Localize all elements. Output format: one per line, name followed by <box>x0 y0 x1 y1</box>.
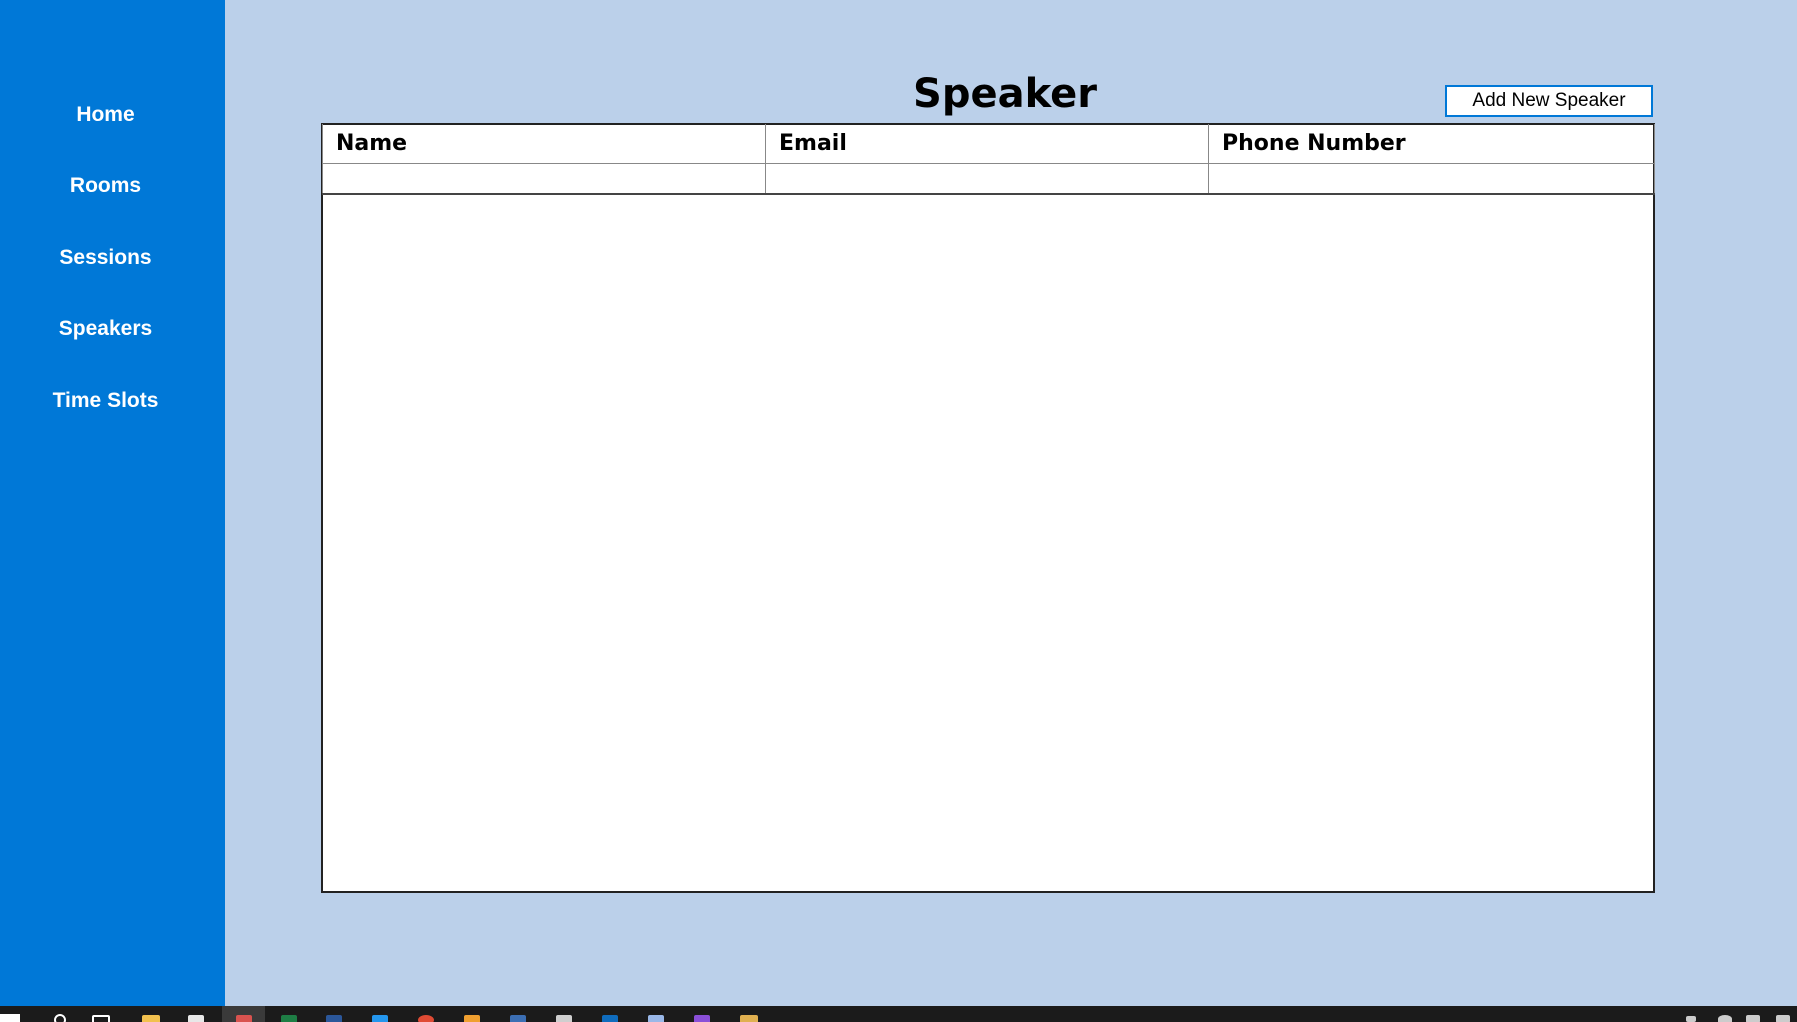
notes-icon[interactable] <box>648 1015 664 1022</box>
app-active-icon[interactable] <box>236 1015 252 1022</box>
sidebar-item-rooms[interactable]: Rooms <box>0 171 211 201</box>
page-title: Speaker <box>913 71 1097 117</box>
sidebar-item-sessions[interactable]: Sessions <box>0 243 211 273</box>
search-icon[interactable] <box>54 1014 66 1022</box>
table-row[interactable] <box>322 163 1655 195</box>
table-cell-email[interactable] <box>765 163 1209 195</box>
visual-studio-icon[interactable] <box>694 1015 710 1022</box>
table-cell-phone-number[interactable] <box>1208 163 1655 195</box>
paint-icon[interactable] <box>464 1015 480 1022</box>
file-explorer-icon[interactable] <box>142 1015 160 1022</box>
chrome-icon[interactable] <box>418 1015 434 1022</box>
windows-start-icon[interactable] <box>0 1014 20 1022</box>
table-cell-name[interactable] <box>322 163 766 195</box>
sidebar-item-speakers[interactable]: Speakers <box>0 314 211 344</box>
sidebar: Home Rooms Sessions Speakers Time Slots <box>0 0 225 1006</box>
word-icon[interactable] <box>326 1015 342 1022</box>
terminal-icon[interactable] <box>556 1015 572 1022</box>
sidebar-item-time-slots[interactable]: Time Slots <box>0 386 211 416</box>
vscode-icon[interactable] <box>372 1015 388 1022</box>
excel-icon[interactable] <box>281 1015 297 1022</box>
column-header-name[interactable]: Name <box>322 124 766 164</box>
network-icon[interactable] <box>1718 1015 1732 1022</box>
column-header-phone-number[interactable]: Phone Number <box>1208 124 1655 164</box>
table-header-row: Name Email Phone Number <box>322 124 1655 164</box>
outlook-icon[interactable] <box>602 1015 618 1022</box>
task-view-icon[interactable] <box>92 1015 110 1022</box>
clock-icon[interactable] <box>1776 1015 1790 1022</box>
notepad-icon[interactable] <box>188 1015 204 1022</box>
taskbar <box>0 1006 1797 1022</box>
volume-icon[interactable] <box>1746 1015 1760 1022</box>
tray-chevron-icon[interactable] <box>1686 1016 1696 1022</box>
folder-app-icon[interactable] <box>740 1015 758 1022</box>
app-window: Home Rooms Sessions Speakers Time Slots … <box>0 0 1797 1022</box>
column-header-email[interactable]: Email <box>765 124 1209 164</box>
speakers-table: Name Email Phone Number <box>321 123 1655 893</box>
visual-studio-code-icon[interactable] <box>510 1015 526 1022</box>
add-new-speaker-button[interactable]: Add New Speaker <box>1445 85 1653 117</box>
sidebar-item-home[interactable]: Home <box>0 100 211 130</box>
